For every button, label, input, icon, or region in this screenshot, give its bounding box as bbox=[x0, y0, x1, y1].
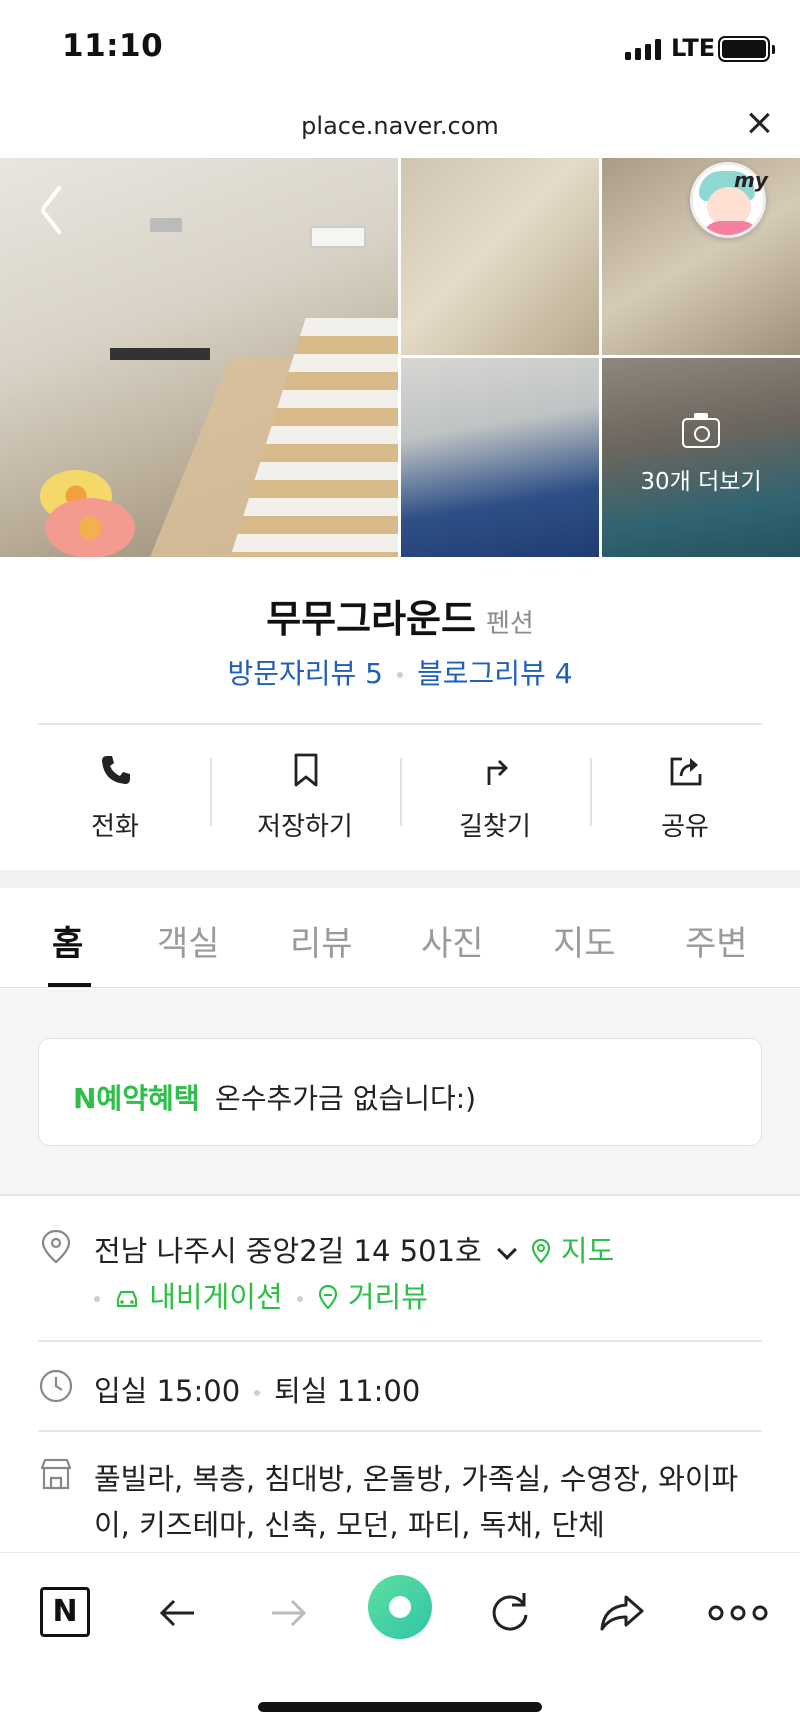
map-pin-icon bbox=[531, 1238, 550, 1264]
amenities-text: 풀빌라, 복층, 침대방, 온돌방, 가족실, 수영장, 와이파이, 키즈테마,… bbox=[94, 1462, 739, 1542]
back-icon[interactable] bbox=[148, 1583, 208, 1643]
divider bbox=[38, 1430, 762, 1432]
directions-icon bbox=[487, 760, 508, 785]
street-view-label: 거리뷰 bbox=[347, 1280, 428, 1314]
more-photos-label: 30개 더보기 bbox=[640, 469, 762, 495]
tab-map[interactable]: 지도 bbox=[553, 916, 616, 965]
action-bar: 전화 저장하기 길찾기 공유 bbox=[0, 744, 800, 854]
address-text: 전남 나주시 중앙2길 14 501호 bbox=[94, 1234, 482, 1268]
booking-benefit-card[interactable]: N예약혜택 온수추가금 없습니다:) bbox=[38, 1038, 762, 1146]
checkin-time: 입실 15:00 bbox=[94, 1374, 241, 1408]
chevron-down-icon[interactable] bbox=[496, 1240, 517, 1260]
save-label: 저장하기 bbox=[257, 812, 353, 842]
divider bbox=[0, 1194, 800, 1196]
call-button[interactable]: 전화 bbox=[20, 744, 210, 854]
address-line: 전남 나주시 중앙2길 14 501호 지도 bbox=[94, 1228, 614, 1270]
naver-home-button[interactable]: N bbox=[40, 1587, 90, 1637]
booking-benefit-text: 온수추가금 없습니다:) bbox=[215, 1082, 477, 1115]
bookmark-icon bbox=[294, 753, 318, 787]
map-link[interactable]: 지도 bbox=[530, 1234, 615, 1268]
signal-icon bbox=[625, 38, 661, 60]
photo-gallery bbox=[0, 158, 800, 557]
share-icon bbox=[670, 757, 702, 786]
separator-dot bbox=[397, 672, 403, 678]
share-label: 공유 bbox=[661, 812, 709, 842]
status-time: 11:10 bbox=[62, 28, 164, 64]
save-button[interactable]: 저장하기 bbox=[210, 744, 400, 854]
divider bbox=[38, 723, 762, 725]
photo-thumbnail[interactable] bbox=[401, 158, 599, 355]
visitor-review-link[interactable]: 방문자리뷰 5 bbox=[227, 657, 383, 690]
place-name: 무무그라운드 bbox=[266, 597, 476, 641]
booking-benefit-badge: N예약혜택 bbox=[73, 1082, 200, 1115]
store-icon bbox=[40, 1458, 72, 1490]
flower-cushion-shape bbox=[45, 498, 135, 557]
more-photos-button[interactable]: 30개 더보기 bbox=[602, 413, 800, 496]
street-view-pin-icon bbox=[318, 1284, 337, 1310]
green-dot-button[interactable] bbox=[368, 1575, 432, 1639]
checkout-time: 퇴실 11:00 bbox=[274, 1374, 421, 1408]
url-text: place.naver.com bbox=[301, 112, 499, 140]
call-label: 전화 bbox=[91, 812, 139, 842]
phone-icon bbox=[102, 756, 130, 784]
street-view-link[interactable]: 거리뷰 bbox=[317, 1280, 428, 1314]
refresh-icon[interactable] bbox=[480, 1583, 540, 1643]
tab-home[interactable]: 홈 bbox=[52, 916, 83, 965]
navigation-link[interactable]: 내비게이션 bbox=[114, 1280, 283, 1314]
tab-bar: 홈 객실 리뷰 사진 지도 주변 bbox=[0, 888, 800, 988]
place-title: 무무그라운드 펜션 bbox=[0, 588, 800, 643]
address-sublinks: 내비게이션 거리뷰 bbox=[94, 1274, 428, 1316]
tab-photos[interactable]: 사진 bbox=[421, 916, 484, 965]
section-gap bbox=[0, 870, 800, 888]
separator-dot bbox=[94, 1296, 100, 1302]
avatar-label: my bbox=[734, 168, 768, 192]
photo-thumbnail[interactable] bbox=[401, 358, 599, 557]
battery-icon bbox=[718, 36, 775, 62]
directions-label: 길찾기 bbox=[459, 812, 531, 842]
tab-rooms[interactable]: 객실 bbox=[157, 916, 220, 965]
place-category: 펜션 bbox=[485, 609, 534, 639]
location-pin-icon bbox=[41, 1229, 71, 1264]
status-bar: 11:10 LTE bbox=[0, 0, 800, 100]
tab-nearby[interactable]: 주변 bbox=[685, 916, 748, 965]
review-links: 방문자리뷰 5 블로그리뷰 4 bbox=[0, 652, 800, 692]
window-shape bbox=[310, 226, 366, 248]
blog-review-link[interactable]: 블로그리뷰 4 bbox=[417, 657, 573, 690]
clock-icon bbox=[39, 1369, 73, 1403]
ceiling-fan-shape bbox=[150, 218, 182, 232]
separator-dot bbox=[254, 1390, 261, 1396]
divider bbox=[38, 1340, 762, 1342]
share-button[interactable]: 공유 bbox=[590, 744, 780, 854]
screen: 11:10 LTE place.naver.com my 30개 더보기 무무그… bbox=[0, 0, 800, 1732]
checkin-checkout: 입실 15:00 퇴실 11:00 bbox=[94, 1368, 420, 1410]
share-icon[interactable] bbox=[592, 1583, 652, 1643]
tab-active-indicator bbox=[48, 983, 91, 987]
main-photo[interactable] bbox=[0, 158, 398, 557]
network-type: LTE bbox=[671, 34, 716, 62]
home-indicator bbox=[258, 1702, 542, 1712]
browser-url-bar[interactable]: place.naver.com bbox=[0, 100, 800, 158]
map-link-label: 지도 bbox=[560, 1234, 615, 1268]
camera-icon bbox=[682, 413, 720, 448]
table-shape bbox=[110, 348, 210, 360]
directions-button[interactable]: 길찾기 bbox=[400, 744, 590, 854]
tab-reviews[interactable]: 리뷰 bbox=[290, 916, 353, 965]
forward-icon[interactable] bbox=[258, 1583, 318, 1643]
separator-dot bbox=[296, 1296, 303, 1302]
back-arrow-icon[interactable] bbox=[36, 186, 66, 230]
navigation-label: 내비게이션 bbox=[149, 1280, 283, 1314]
close-icon[interactable] bbox=[744, 108, 774, 138]
more-icon[interactable] bbox=[702, 1583, 774, 1643]
car-icon bbox=[116, 1290, 138, 1308]
